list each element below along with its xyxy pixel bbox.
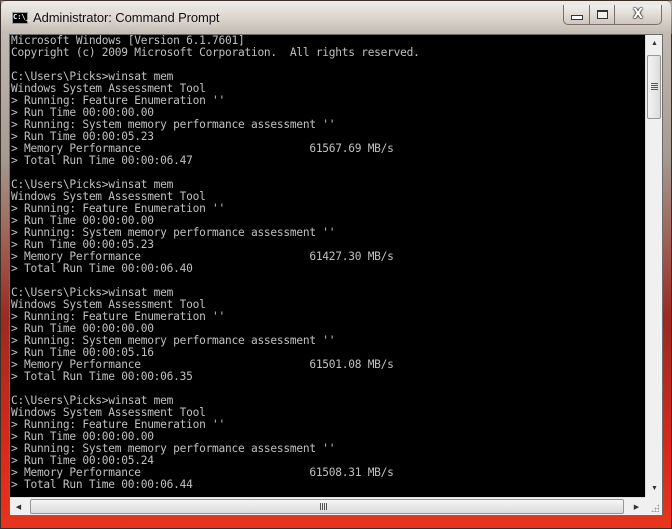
minimize-button[interactable] (564, 5, 590, 24)
title-bar[interactable]: C:\_ Administrator: Command Prompt X (1, 1, 672, 34)
console-client-area: Microsoft Windows [Version 6.1.7601] Copy… (9, 34, 663, 516)
scroll-right-button[interactable]: ▶ (628, 498, 645, 515)
minimize-icon (570, 15, 583, 20)
console-output[interactable]: Microsoft Windows [Version 6.1.7601] Copy… (10, 35, 645, 497)
scroll-down-button[interactable]: ▼ (646, 480, 663, 497)
triangle-left-icon: ◀ (15, 503, 22, 511)
console-line: Copyright (c) 2009 Microsoft Corporation… (11, 46, 420, 59)
console-text: Microsoft Windows [Version 6.1.7601] Copy… (10, 35, 645, 491)
maximize-button[interactable] (590, 5, 615, 24)
window-frame: C:\_ Administrator: Command Prompt X Mic… (0, 0, 672, 529)
grip-icon (320, 503, 328, 510)
close-icon: X (632, 7, 644, 22)
triangle-up-icon: ▲ (651, 40, 658, 47)
close-button[interactable]: X (615, 5, 661, 24)
vertical-scroll-thumb[interactable] (647, 55, 661, 119)
scroll-up-button[interactable]: ▲ (646, 35, 663, 52)
console-line: > Total Run Time 00:00:06.35 (11, 370, 193, 383)
scroll-left-button[interactable]: ◀ (10, 498, 27, 515)
command-prompt-icon[interactable]: C:\_ (12, 12, 30, 24)
horizontal-scroll-thumb[interactable] (30, 499, 624, 514)
resize-grip-icon (651, 504, 659, 512)
caption-buttons: X (563, 5, 662, 25)
triangle-down-icon: ▼ (651, 485, 658, 492)
console-line: > Total Run Time 00:00:06.44 (11, 478, 193, 491)
triangle-right-icon: ▶ (633, 503, 640, 511)
resize-grip[interactable] (645, 497, 662, 515)
horizontal-scrollbar[interactable]: ◀ ▶ (10, 497, 645, 515)
maximize-icon (596, 10, 608, 19)
window-title: Administrator: Command Prompt (33, 10, 220, 25)
console-line: > Total Run Time 00:00:06.40 (11, 262, 193, 275)
console-line: > Total Run Time 00:00:06.47 (11, 154, 193, 167)
grip-icon (650, 83, 658, 91)
vertical-scrollbar[interactable]: ▲ ▼ (645, 35, 662, 497)
